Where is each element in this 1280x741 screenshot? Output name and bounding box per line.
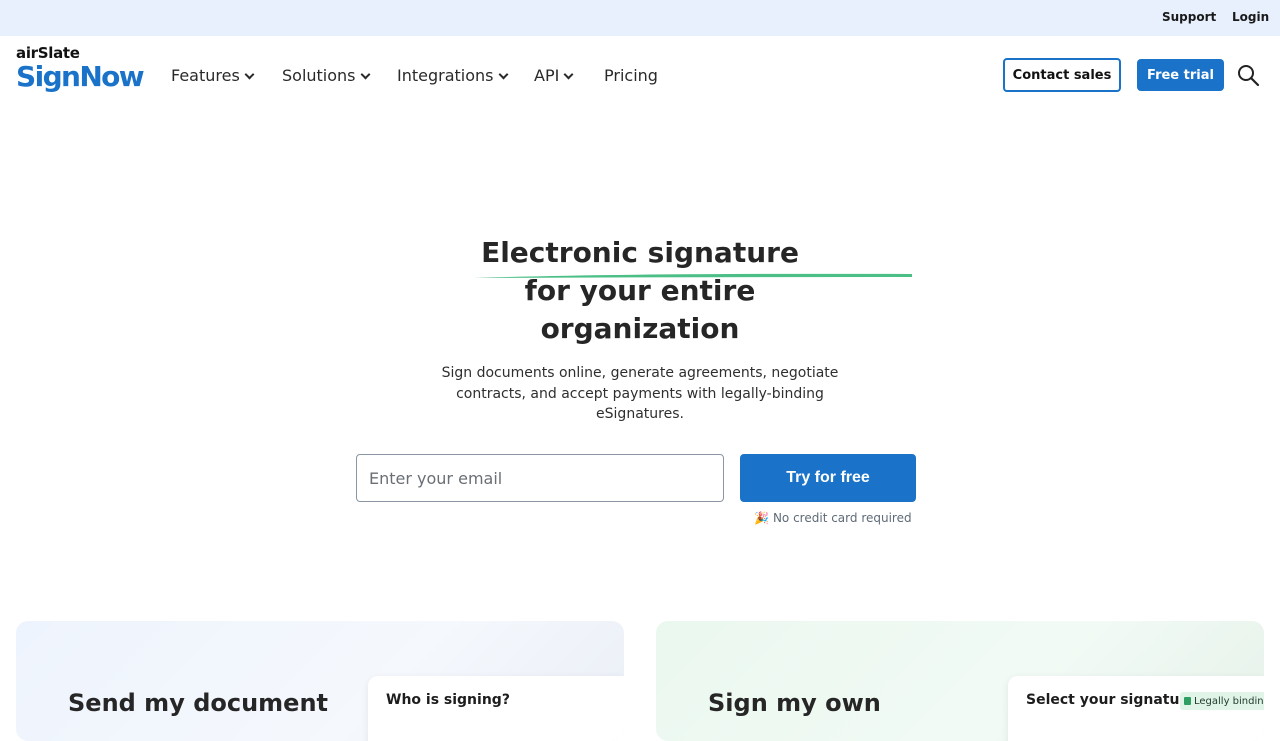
green-brush-underline [474, 273, 912, 278]
free-trial-button[interactable]: Free trial [1137, 59, 1224, 91]
send-document-title: Send my document [68, 689, 329, 717]
main-navigation: airSlate SignNow Features Solutions Inte… [0, 36, 1280, 114]
hero-title: Electronic signature for your entire org… [440, 234, 840, 348]
nav-item-label: Pricing [604, 66, 658, 85]
chevron-down-icon [360, 69, 370, 79]
nav-item-features[interactable]: Features [171, 66, 255, 85]
legally-binding-text: Legally binding [1194, 695, 1264, 707]
top-utility-bar: Support Login [0, 0, 1280, 36]
signnow-logo[interactable]: airSlate SignNow [16, 44, 146, 93]
nav-item-integrations[interactable]: Integrations [397, 66, 508, 85]
lock-icon [1184, 697, 1191, 705]
no-credit-card-note: 🎉 No credit card required [754, 511, 912, 525]
nav-item-label: API [534, 66, 560, 85]
nav-item-pricing[interactable]: Pricing [604, 66, 658, 85]
chevron-down-icon [244, 69, 255, 79]
login-link[interactable]: Login [1232, 10, 1269, 24]
search-icon[interactable] [1236, 63, 1260, 87]
nav-item-label: Integrations [397, 66, 494, 85]
support-link[interactable]: Support [1162, 10, 1216, 24]
select-signature-panel: Select your signature Legally binding [1008, 676, 1264, 741]
legally-binding-badge: Legally binding [1180, 692, 1264, 710]
logo-signnow-text: SignNow [16, 60, 145, 93]
sign-my-own-card[interactable]: Sign my own Select your signature Legall… [656, 621, 1264, 741]
chevron-down-icon [563, 69, 574, 79]
who-is-signing-label: Who is signing? [386, 692, 510, 708]
email-input[interactable] [356, 454, 724, 502]
nav-item-label: Solutions [282, 66, 356, 85]
contact-sales-button[interactable]: Contact sales [1003, 58, 1121, 92]
hero-title-line-1: Electronic signature [481, 236, 799, 269]
try-for-free-button[interactable]: Try for free [740, 454, 916, 502]
nav-item-api[interactable]: API [534, 66, 574, 85]
nav-item-label: Features [171, 66, 240, 85]
party-popper-icon: 🎉 [754, 511, 769, 525]
hero-subtitle: Sign documents online, generate agreemen… [441, 365, 839, 422]
who-is-signing-panel: Who is signing? [368, 676, 624, 741]
nav-item-solutions[interactable]: Solutions [282, 66, 370, 85]
chevron-down-icon [498, 69, 508, 79]
no-credit-card-text: No credit card required [772, 511, 912, 525]
hero-title-line-3: organization [540, 312, 740, 345]
send-document-card[interactable]: Send my document Who is signing? [16, 621, 624, 741]
sign-my-own-title: Sign my own [708, 689, 881, 717]
select-signature-label: Select your signature [1026, 692, 1196, 708]
